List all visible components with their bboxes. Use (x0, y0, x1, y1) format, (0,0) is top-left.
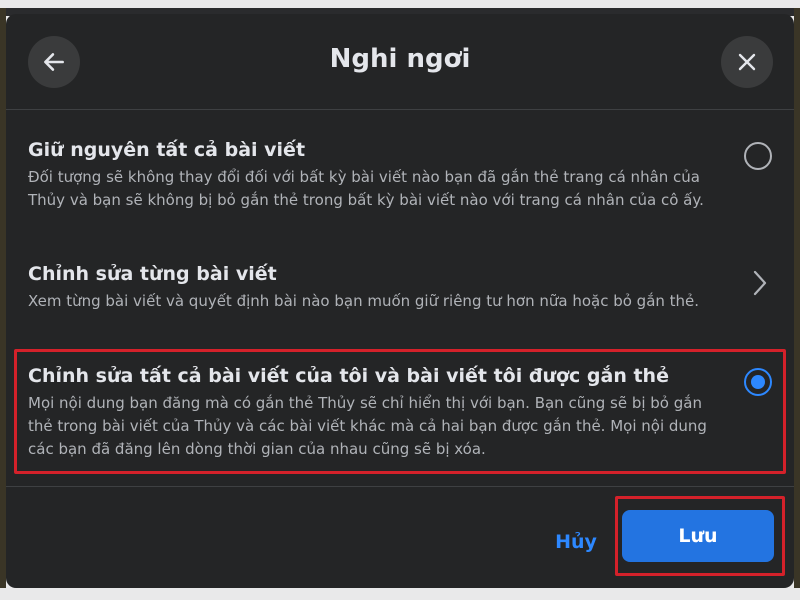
backdrop-right-strip (794, 8, 800, 588)
chevron-right-icon[interactable] (750, 268, 770, 302)
footer-divider (6, 486, 794, 487)
close-icon (738, 53, 756, 71)
option-keep-all-posts[interactable]: Giữ nguyên tất cả bài viết Đối tượng sẽ … (28, 138, 778, 212)
annotation-highlight-option (14, 349, 786, 474)
annotation-highlight-save (615, 496, 785, 576)
option-edit-each-post[interactable]: Chỉnh sửa từng bài viết Xem từng bài viế… (28, 262, 778, 313)
dialog-header: Nghi ngơi (6, 14, 794, 110)
close-button[interactable] (721, 36, 773, 88)
radio-keep-all-posts[interactable] (744, 142, 772, 170)
option-title: Chỉnh sửa từng bài viết (28, 263, 277, 285)
unfriend-options-dialog: Nghi ngơi Giữ nguyên tất cả bài viết Đối… (6, 14, 794, 588)
option-title: Giữ nguyên tất cả bài viết (28, 139, 306, 161)
dialog-title: Nghi ngơi (329, 44, 471, 74)
option-description: Đối tượng sẽ không thay đổi đối với bất … (28, 168, 704, 209)
cancel-button[interactable]: Hủy (536, 522, 616, 562)
option-description: Xem từng bài viết và quyết định bài nào … (28, 292, 700, 310)
